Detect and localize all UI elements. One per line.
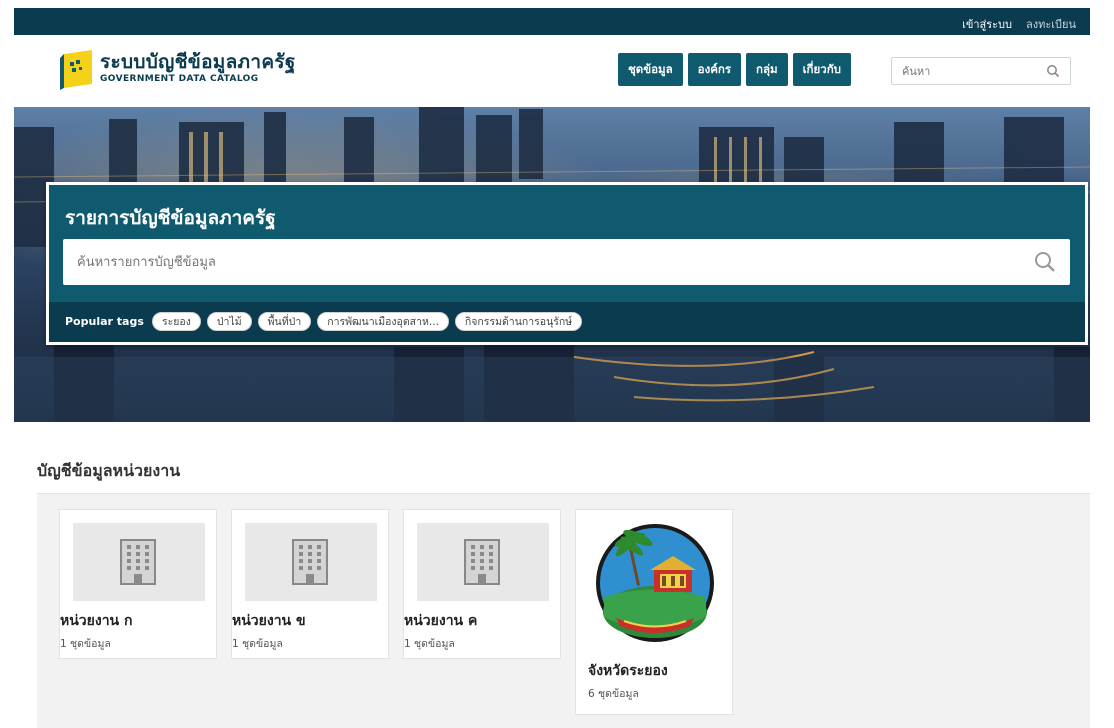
nav-organizations[interactable]: องค์กร	[687, 53, 742, 86]
catalog-search-panel: รายการบัญชีข้อมูลภาครัฐ Popular tags ระย…	[46, 182, 1088, 345]
catalog-title: รายการบัญชีข้อมูลภาครัฐ	[65, 207, 276, 229]
organization-card[interactable]: หน่วยงาน ข 1 ชุดข้อมูล	[231, 509, 389, 659]
hero-banner: รายการบัญชีข้อมูลภาครัฐ Popular tags ระย…	[14, 107, 1090, 422]
nav-about[interactable]: เกี่ยวกับ	[792, 53, 851, 86]
tag-list: ระยอง ป่าไม้ พื้นที่ป่า การพัฒนาเมืองอุต…	[152, 312, 583, 331]
top-bar: เข้าสู่ระบบ ลงทะเบียน	[14, 8, 1090, 35]
site-header: ระบบบัญชีข้อมูลภาครัฐ GOVERNMENT DATA CA…	[14, 35, 1090, 107]
organizations-heading: บัญชีข้อมูลหน่วยงาน	[37, 461, 181, 480]
dataset-count: 1 ชุดข้อมูล	[60, 638, 111, 650]
site-subtitle: GOVERNMENT DATA CATALOG	[100, 74, 259, 84]
dataset-count: 1 ชุดข้อมูล	[404, 638, 455, 650]
building-icon	[464, 539, 500, 585]
organization-card[interactable]: หน่วยงาน ค 1 ชุดข้อมูล	[403, 509, 561, 659]
building-icon	[292, 539, 328, 585]
site-title[interactable]: ระบบบัญชีข้อมูลภาครัฐ	[100, 47, 296, 77]
login-link[interactable]: เข้าสู่ระบบ	[962, 15, 1012, 33]
organization-name[interactable]: หน่วยงาน ค	[404, 610, 477, 632]
organization-image	[245, 523, 377, 601]
organization-card[interactable]: จังหวัดระยอง 6 ชุดข้อมูล	[575, 509, 733, 715]
tag-pill[interactable]: พื้นที่ป่า	[257, 312, 312, 331]
organization-name[interactable]: จังหวัดระยอง	[588, 660, 668, 682]
tag-pill[interactable]: ป่าไม้	[206, 312, 252, 331]
popular-tags-bar: Popular tags ระยอง ป่าไม้ พื้นที่ป่า การ…	[49, 302, 1085, 342]
building-icon	[120, 539, 156, 585]
catalog-search-input[interactable]	[63, 239, 1003, 285]
dataset-count: 1 ชุดข้อมูล	[232, 638, 283, 650]
nav-datasets[interactable]: ชุดข้อมูล	[618, 53, 683, 86]
search-icon[interactable]	[1046, 64, 1060, 78]
tag-pill[interactable]: ระยอง	[152, 312, 201, 331]
organization-name[interactable]: หน่วยงาน ก	[60, 610, 132, 632]
main-nav: ชุดข้อมูล องค์กร กลุ่ม เกี่ยวกับ	[618, 53, 851, 86]
tag-pill[interactable]: กิจกรรมด้านการอนุรักษ์	[454, 312, 583, 331]
header-search-input[interactable]	[892, 58, 1032, 84]
province-seal-icon	[596, 524, 714, 642]
popular-tags-label: Popular tags	[65, 315, 144, 328]
nav-groups[interactable]: กลุ่ม	[746, 53, 788, 86]
organization-image	[73, 523, 205, 601]
register-link[interactable]: ลงทะเบียน	[1026, 15, 1076, 33]
organization-image	[417, 523, 549, 601]
organization-grid: หน่วยงาน ก 1 ชุดข้อมูล หน่วยงาน ข 1 ชุดข…	[37, 493, 1090, 728]
organization-name[interactable]: หน่วยงาน ข	[232, 610, 306, 632]
catalog-search-box	[63, 239, 1070, 285]
search-icon[interactable]	[1034, 251, 1056, 273]
dataset-count: 6 ชุดข้อมูล	[588, 688, 639, 700]
header-search	[891, 57, 1071, 85]
auth-links: เข้าสู่ระบบ ลงทะเบียน	[962, 15, 1076, 33]
tag-pill[interactable]: การพัฒนาเมืองอุตสาห...	[317, 312, 449, 331]
logo-icon[interactable]	[58, 48, 96, 90]
organization-card[interactable]: หน่วยงาน ก 1 ชุดข้อมูล	[59, 509, 217, 659]
